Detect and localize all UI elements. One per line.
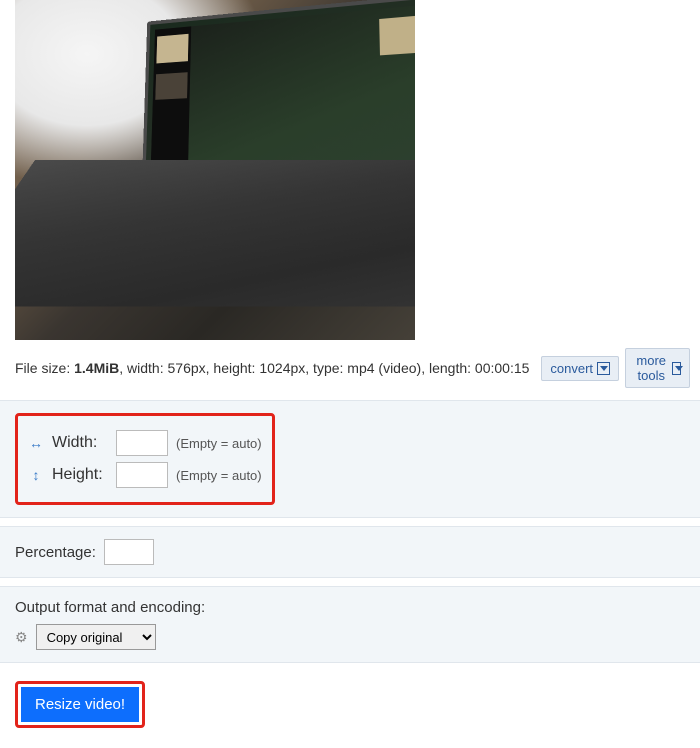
- preview-keyboard: [15, 160, 415, 306]
- percentage-input[interactable]: [104, 539, 154, 565]
- video-preview: [15, 0, 415, 340]
- width-hint: (Empty = auto): [176, 436, 262, 451]
- dropdown-icon: [672, 362, 680, 375]
- width-input[interactable]: [116, 430, 168, 456]
- height-hint: (Empty = auto): [176, 468, 262, 483]
- format-panel: Output format and encoding: ⚙ Copy origi…: [0, 586, 700, 663]
- format-label: Output format and encoding:: [15, 599, 685, 616]
- gear-icon: ⚙: [15, 629, 28, 646]
- resize-video-button[interactable]: Resize video!: [21, 687, 139, 722]
- more-tools-button[interactable]: more tools: [625, 348, 690, 388]
- dimensions-panel: ↔ Width: (Empty = auto) ↕ Height: (Empty…: [0, 400, 700, 518]
- dropdown-icon: [597, 362, 610, 375]
- more-tools-label: more tools: [634, 353, 668, 383]
- highlight-submit: Resize video!: [15, 681, 145, 728]
- percentage-panel: Percentage:: [0, 526, 700, 578]
- height-icon: ↕: [28, 467, 44, 483]
- height-input[interactable]: [116, 462, 168, 488]
- width-icon: ↔: [28, 435, 44, 451]
- height-label: Height:: [52, 466, 108, 484]
- file-info-rest: , width: 576px, height: 1024px, type: mp…: [119, 360, 529, 376]
- format-select[interactable]: Copy original: [36, 624, 156, 650]
- convert-button[interactable]: convert: [541, 356, 619, 381]
- width-label: Width:: [52, 434, 108, 452]
- convert-label: convert: [550, 361, 593, 376]
- highlight-dimensions: ↔ Width: (Empty = auto) ↕ Height: (Empty…: [15, 413, 275, 505]
- percentage-label: Percentage:: [15, 544, 96, 561]
- file-size-value: 1.4MiB: [74, 360, 119, 376]
- file-info-bar: File size: 1.4MiB, width: 576px, height:…: [0, 345, 700, 400]
- file-size-prefix: File size:: [15, 360, 74, 376]
- submit-area: Resize video!: [0, 671, 700, 748]
